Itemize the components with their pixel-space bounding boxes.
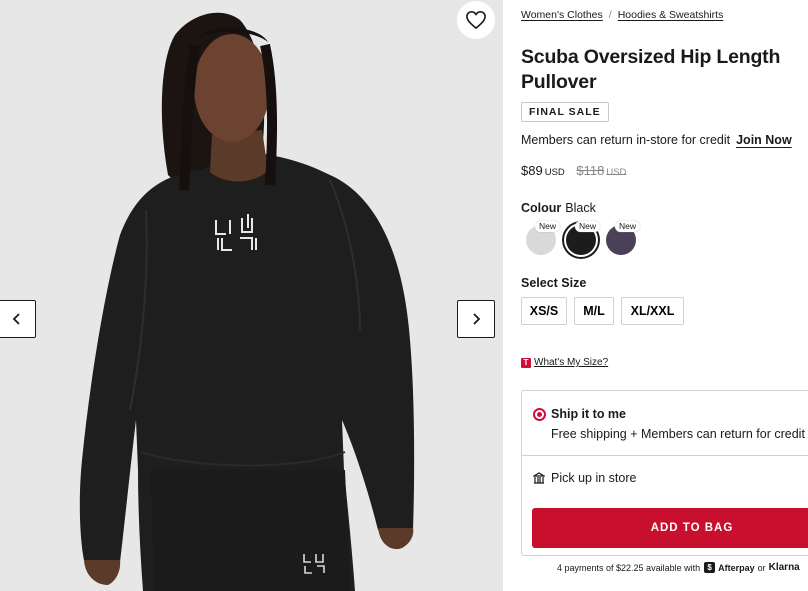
next-image-button[interactable] [457, 300, 495, 338]
chevron-left-icon [12, 313, 20, 325]
afterpay-icon: $ [704, 562, 716, 573]
fulfilment-options: Ship it to me Free shipping + Members ca… [521, 390, 808, 556]
payments-or: or [757, 562, 766, 573]
colour-swatches: New New New [526, 221, 656, 258]
swatch-black[interactable]: New [566, 221, 601, 255]
colour-selected-name: Black [565, 201, 596, 215]
members-text: Members can return in-store for credit [521, 133, 731, 147]
pickup-label: Pick up in store [551, 471, 637, 485]
store-icon [533, 472, 545, 484]
product-photo [0, 0, 503, 591]
final-sale-badge: FINAL SALE [521, 102, 609, 122]
colour-label: Colour [521, 201, 562, 215]
new-badge: New [575, 221, 601, 232]
size-xs-s-button[interactable]: XS/S [521, 297, 567, 325]
breadcrumb-hoodies-sweatshirts[interactable]: Hoodies & Sweatshirts [618, 9, 724, 21]
afterpay-link[interactable]: Afterpay [718, 563, 755, 573]
breadcrumb-womens-clothes[interactable]: Women's Clothes [521, 9, 603, 21]
radio-selected-icon[interactable] [533, 408, 546, 421]
original-price: $118 USD [576, 163, 627, 178]
add-to-bag-button[interactable]: ADD TO BAG [532, 508, 808, 548]
size-guide-icon: T [521, 357, 531, 368]
swatch-light-grey[interactable]: New [526, 221, 561, 255]
ship-it-title: Ship it to me [551, 407, 626, 421]
payments-text: 4 payments of $22.25 available with [557, 562, 701, 573]
klarna-link[interactable]: Klarna [769, 562, 800, 573]
select-size-label: Select Size [521, 276, 587, 290]
breadcrumb-separator: / [608, 9, 612, 21]
join-now-link[interactable]: Join Now [736, 133, 792, 147]
new-badge: New [615, 221, 641, 232]
size-m-l-button[interactable]: M/L [574, 297, 614, 325]
divider [522, 455, 808, 456]
breadcrumb: Women's Clothes / Hoodies & Sweatshirts [521, 9, 723, 21]
new-badge: New [535, 221, 561, 232]
previous-image-button[interactable] [0, 300, 36, 338]
product-title: Scuba Oversized Hip Length Pullover [521, 46, 781, 93]
payment-options: 4 payments of $22.25 available with $ Af… [557, 562, 800, 573]
chevron-right-icon [473, 313, 481, 325]
members-return-note: Members can return in-store for credit Jo… [521, 133, 792, 147]
wishlist-button[interactable] [457, 1, 495, 39]
whats-my-size-link[interactable]: What's My Size? [534, 357, 608, 368]
heart-icon [466, 11, 486, 29]
swatch-purple[interactable]: New [606, 221, 641, 255]
product-image-gallery [0, 0, 503, 591]
size-xl-xxl-button[interactable]: XL/XXL [621, 297, 684, 325]
size-guide: T What's My Size? [521, 357, 608, 368]
sale-price: $89 [521, 163, 543, 178]
ship-it-subtitle: Free shipping + Members can return for c… [551, 427, 805, 441]
size-options: XS/S M/L XL/XXL [521, 297, 691, 325]
colour-selection: Colour Black [521, 201, 596, 215]
price: $89 USD $118 USD [521, 163, 626, 178]
sale-price-currency: USD [544, 167, 565, 178]
pickup-in-store-option[interactable]: Pick up in store [533, 471, 636, 485]
